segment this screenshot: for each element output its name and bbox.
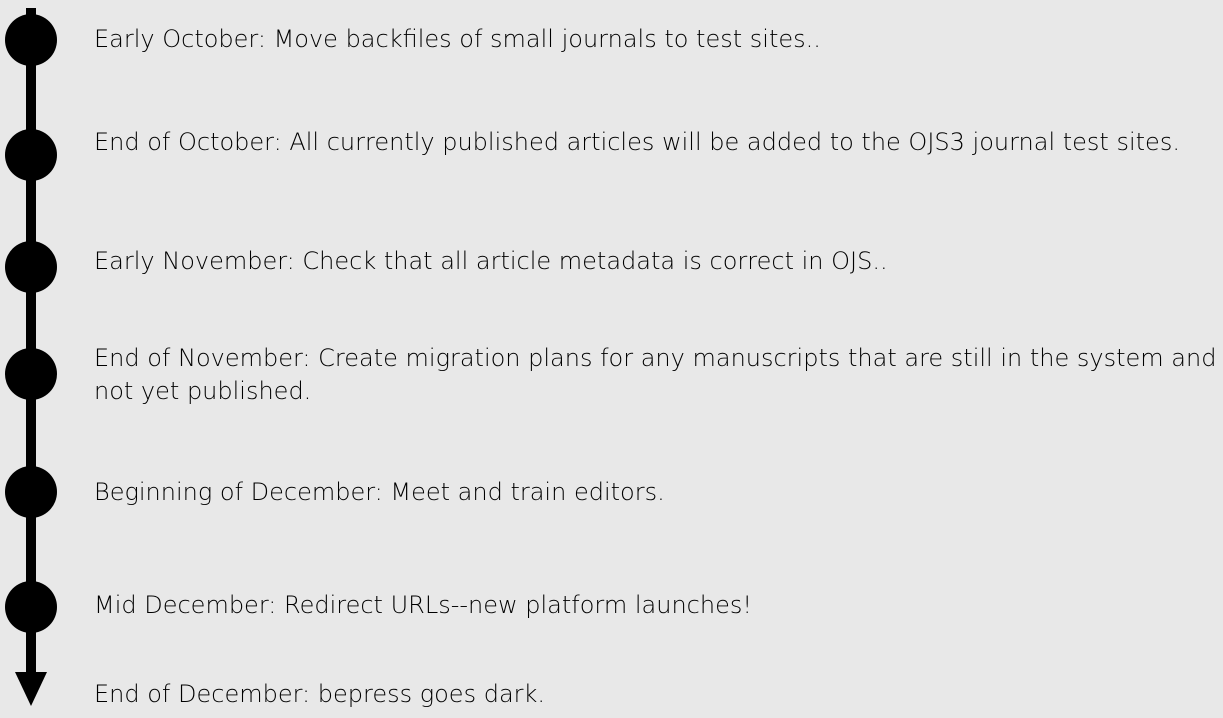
timeline-dot-5 <box>5 466 57 518</box>
timeline-event-4: End of November: Create migration plans … <box>94 344 1217 405</box>
timeline-dot-3 <box>5 241 57 293</box>
timeline-event-2: End of October: All currently published … <box>94 128 1180 156</box>
timeline-dot-1 <box>5 14 57 66</box>
timeline-dot-6 <box>5 581 57 633</box>
timeline-event-1: Early October: Move backfiles of small j… <box>94 25 821 53</box>
timeline-event-7: End of December: bepress goes dark. <box>94 680 546 708</box>
timeline-arrow-head <box>15 672 47 706</box>
timeline-axis <box>26 8 36 680</box>
timeline-dot-2 <box>5 129 57 181</box>
timeline-dot-4 <box>5 348 57 400</box>
timeline-event-3: Early November: Check that all article m… <box>94 247 888 275</box>
timeline-event-6: Mid December: Redirect URLs--new platfor… <box>94 591 752 619</box>
timeline-event-5: Beginning of December: Meet and train ed… <box>94 478 665 506</box>
